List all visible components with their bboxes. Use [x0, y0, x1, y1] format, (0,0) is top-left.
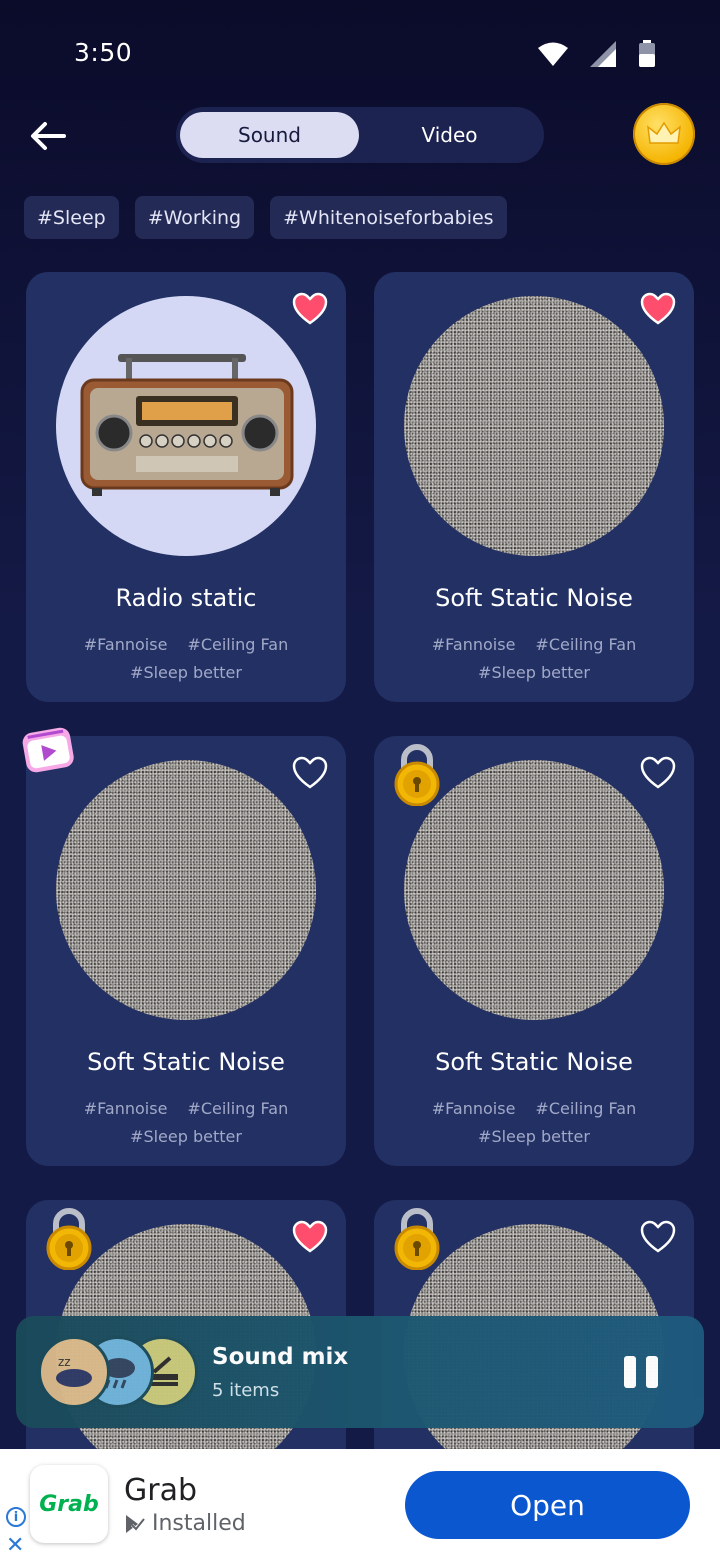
ad-close-icon[interactable]: ✕ [6, 1533, 24, 1558]
sleep-mask-icon: zz [38, 1336, 110, 1408]
card-tag: #Sleep better [130, 1127, 242, 1146]
card-tag: #Ceiling Fan [535, 635, 637, 654]
installed-check-icon [126, 1514, 146, 1533]
sound-card[interactable]: Radio static #Fannoise #Ceiling Fan #Slee… [26, 272, 346, 702]
tab-sound[interactable]: Sound [180, 112, 359, 158]
card-title: Radio static [115, 584, 257, 612]
pause-bar [646, 1356, 658, 1388]
favorite-heart-icon[interactable] [640, 292, 676, 326]
favorite-heart-icon[interactable] [292, 1220, 328, 1254]
ad-info-icon[interactable]: i [6, 1507, 26, 1527]
ad-install-status: Installed [124, 1511, 246, 1536]
pause-bar [624, 1356, 636, 1388]
static-noise-artwork [404, 760, 664, 1020]
favorite-heart-outline-icon[interactable] [292, 756, 328, 790]
radio-icon [80, 354, 294, 496]
video-badge-icon [22, 727, 74, 773]
card-tag: #Sleep better [478, 1127, 590, 1146]
lock-badge-icon [46, 1208, 92, 1270]
premium-crown-button[interactable] [633, 103, 695, 165]
sound-card[interactable]: Soft Static Noise #Fannoise #Ceiling Fan … [26, 736, 346, 1166]
sound-mix-title: Sound mix [212, 1344, 349, 1370]
favorite-heart-outline-icon[interactable] [640, 1220, 676, 1254]
wifi-icon [538, 42, 568, 66]
sound-mix-avatars: zz [38, 1336, 198, 1408]
sound-mix-player[interactable]: zz Sound mix 5 items [16, 1316, 704, 1428]
top-bar: Sound Video [0, 100, 720, 172]
card-tag: #Ceiling Fan [535, 1099, 637, 1118]
status-time: 3:50 [74, 38, 133, 67]
static-noise-artwork [56, 760, 316, 1020]
status-icons [538, 40, 656, 68]
filter-tags: #Sleep #Working #Whitenoiseforbabies [24, 196, 507, 239]
arrow-left-icon [31, 122, 66, 150]
static-noise-artwork [404, 296, 664, 556]
card-tag: #Fannoise [431, 1099, 516, 1118]
card-tag: #Fannoise [83, 635, 168, 654]
back-button[interactable] [24, 112, 72, 160]
card-tag: #Fannoise [83, 1099, 168, 1118]
status-bar: 3:50 [0, 0, 720, 100]
sound-video-toggle: Sound Video [176, 107, 544, 163]
favorite-heart-outline-icon[interactable] [640, 756, 676, 790]
svg-text:zz: zz [58, 1355, 71, 1369]
card-tag: #Ceiling Fan [187, 1099, 289, 1118]
card-tags: #Fannoise #Ceiling Fan #Sleep better [374, 1095, 694, 1151]
sound-mix-count: 5 items [212, 1380, 280, 1401]
ad-app-logo[interactable]: Grab [30, 1465, 108, 1543]
ad-open-button[interactable]: Open [405, 1471, 690, 1539]
radio-artwork [56, 296, 316, 556]
card-tags: #Fannoise #Ceiling Fan #Sleep better [374, 631, 694, 687]
cellular-signal-icon [590, 41, 616, 67]
filter-tag-working[interactable]: #Working [134, 196, 255, 239]
sound-card[interactable]: Soft Static Noise #Fannoise #Ceiling Fan … [374, 272, 694, 702]
ad-banner: i ✕ Grab Grab Installed Open [0, 1449, 720, 1561]
card-tag: #Fannoise [431, 635, 516, 654]
ad-status-label: Installed [152, 1511, 246, 1536]
filter-tag-sleep[interactable]: #Sleep [24, 196, 119, 239]
card-tags: #Fannoise #Ceiling Fan #Sleep better [26, 1095, 346, 1151]
lock-badge-icon [394, 1208, 440, 1270]
lock-badge-icon [394, 744, 440, 806]
card-tag: #Sleep better [130, 663, 242, 682]
card-tags: #Fannoise #Ceiling Fan #Sleep better [26, 631, 346, 687]
favorite-heart-icon[interactable] [292, 292, 328, 326]
ad-app-name[interactable]: Grab [124, 1473, 197, 1508]
card-tag: #Ceiling Fan [187, 635, 289, 654]
battery-icon [639, 40, 655, 67]
card-title: Soft Static Noise [87, 1048, 285, 1076]
crown-icon [647, 121, 681, 144]
card-tag: #Sleep better [478, 663, 590, 682]
pause-button[interactable] [624, 1356, 658, 1388]
card-title: Soft Static Noise [435, 584, 633, 612]
card-title: Soft Static Noise [435, 1048, 633, 1076]
tab-video[interactable]: Video [360, 112, 539, 158]
filter-tag-whitenoise-babies[interactable]: #Whitenoiseforbabies [270, 196, 507, 239]
